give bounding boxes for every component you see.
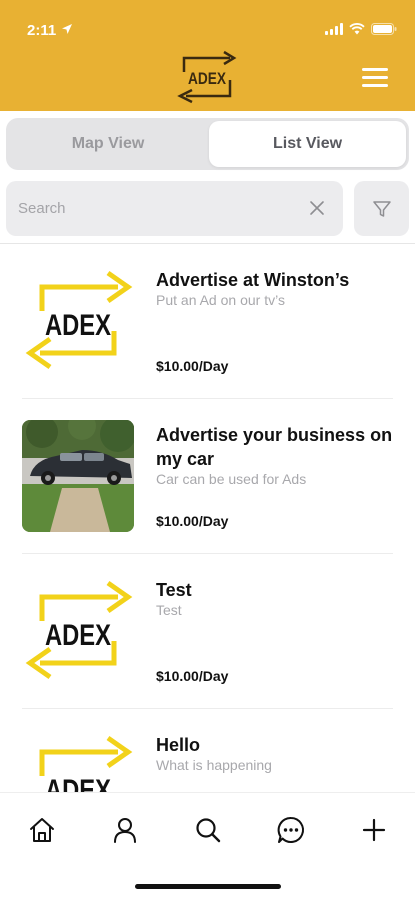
profile-icon (114, 818, 136, 843)
chat-icon (277, 816, 304, 843)
search-input[interactable] (18, 181, 288, 236)
view-toggle: Map View List View (6, 118, 409, 170)
list-item[interactable]: ADEX Advertise at Winston’s Put an Ad on… (0, 244, 415, 399)
listing-subtitle: Car can be used for Ads (156, 471, 307, 487)
tab-messages[interactable] (274, 813, 308, 847)
search-icon (196, 818, 221, 843)
location-arrow-icon (62, 24, 72, 34)
adex-logo[interactable]: ADEX (172, 50, 244, 104)
wifi-icon (349, 23, 365, 35)
status-indicators (325, 23, 397, 35)
listing-price: $10.00/Day (156, 513, 229, 529)
battery-icon (371, 23, 397, 35)
list-view-tab[interactable]: List View (209, 121, 406, 167)
listing-thumbnail: ADEX (22, 265, 134, 377)
listing-title: Advertise at Winston’s (156, 270, 350, 290)
listing-title: Test (156, 580, 192, 600)
listing-list: ADEX Advertise at Winston’s Put an Ad on… (0, 244, 415, 792)
logo-text: ADEX (45, 309, 111, 342)
clear-search-icon[interactable] (309, 200, 325, 216)
tab-add[interactable] (357, 813, 391, 847)
listing-subtitle: Test (156, 602, 182, 618)
logo-text: ADEX (45, 774, 111, 792)
tab-home[interactable] (25, 813, 59, 847)
hamburger-menu-icon[interactable] (362, 68, 390, 90)
car-photo (22, 420, 134, 532)
adex-logo-image: ADEX (22, 575, 134, 687)
list-item[interactable]: ADEX Hello What is happening (0, 709, 415, 792)
listing-title: Hello (156, 735, 201, 755)
map-view-tab[interactable]: Map View (9, 121, 207, 167)
listing-subtitle: What is happening (156, 757, 272, 773)
listing-thumbnail: ADEX (22, 575, 134, 687)
list-item[interactable]: ADEX Test Test $10.00/Day (0, 554, 415, 709)
home-icon (30, 818, 54, 842)
listing-price: $10.00/Day (156, 668, 229, 684)
list-item[interactable]: Advertise your business on my car Car ca… (0, 399, 415, 554)
plus-icon (362, 818, 386, 842)
listing-thumbnail (22, 420, 134, 532)
tab-profile[interactable] (108, 813, 142, 847)
filter-button[interactable] (354, 181, 409, 236)
signal-icon (325, 23, 343, 35)
status-time: 2:11 (27, 22, 57, 39)
listing-price: $10.00/Day (156, 358, 229, 374)
logo-text: ADEX (188, 69, 227, 88)
listing-title: Advertise your business on my car (156, 425, 393, 469)
filter-icon (372, 200, 391, 217)
adex-logo-image: ADEX (22, 730, 134, 792)
search-bar (6, 181, 343, 236)
adex-logo-image: ADEX (22, 265, 134, 377)
home-indicator (135, 884, 281, 889)
listing-thumbnail: ADEX (22, 730, 134, 792)
logo-text: ADEX (45, 619, 111, 652)
listing-subtitle: Put an Ad on our tv’s (156, 292, 285, 308)
tab-search[interactable] (191, 813, 225, 847)
app-header: 2:11 ADEX (0, 0, 415, 111)
